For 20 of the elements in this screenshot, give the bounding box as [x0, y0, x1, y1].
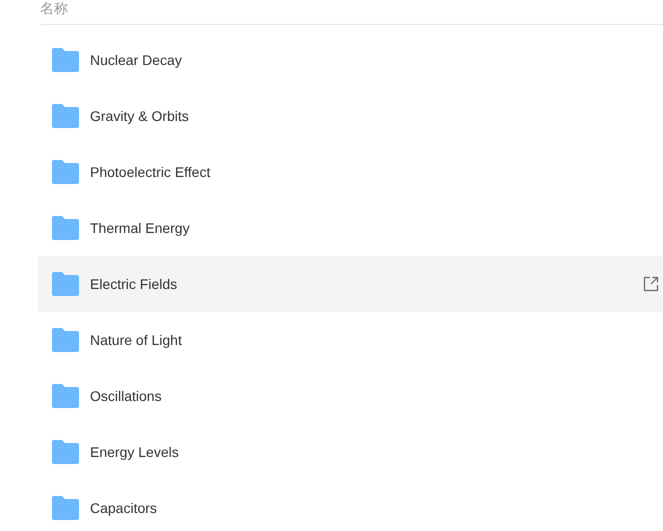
folder-name[interactable]: Photoelectric Effect [90, 164, 659, 180]
folder-icon [52, 48, 79, 72]
folder-icon [52, 216, 79, 240]
folder-icon [52, 160, 79, 184]
folder-name[interactable]: Electric Fields [90, 276, 643, 292]
folder-name[interactable]: Nature of Light [90, 332, 659, 348]
folder-name[interactable]: Gravity & Orbits [90, 108, 659, 124]
folder-name[interactable]: Thermal Energy [90, 220, 659, 236]
folder-icon [52, 104, 79, 128]
folder-name[interactable]: Nuclear Decay [90, 52, 659, 68]
folder-name[interactable]: Capacitors [90, 500, 659, 516]
folder-name[interactable]: Energy Levels [90, 444, 659, 460]
folder-icon [52, 496, 79, 520]
folder-row[interactable]: Electric Fields [38, 256, 663, 312]
folder-name[interactable]: Oscillations [90, 388, 659, 404]
folder-icon [52, 384, 79, 408]
folder-icon [52, 272, 79, 296]
folder-icon [52, 328, 79, 352]
folder-icon [52, 440, 79, 464]
open-external-icon[interactable] [643, 276, 659, 292]
